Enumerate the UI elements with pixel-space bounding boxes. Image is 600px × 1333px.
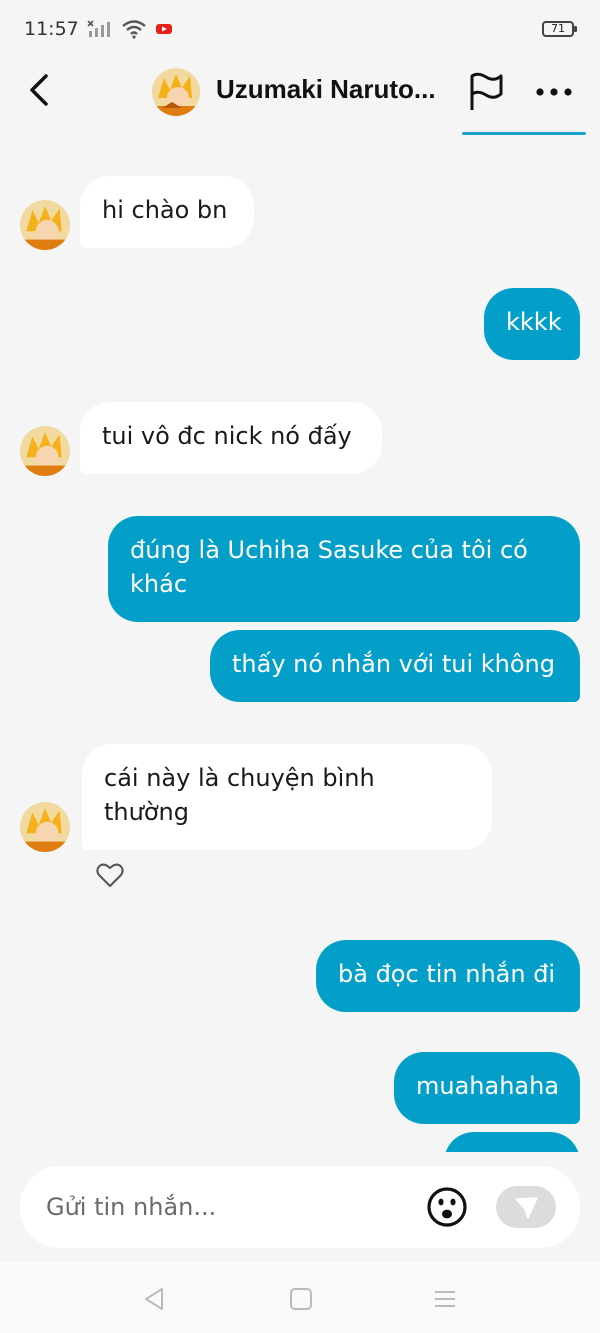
sender-avatar[interactable] (20, 200, 70, 250)
message-text: kkkk (506, 308, 562, 336)
message-incoming[interactable]: hi chào bn (80, 176, 254, 248)
message-text: muahahaha (416, 1072, 560, 1100)
emoji-icon (427, 1187, 467, 1227)
nav-back-button[interactable] (140, 1284, 170, 1314)
message-text-line: cái này là chuyện bình (104, 764, 375, 792)
message-outgoing[interactable]: thấy nó nhắn với tui không (210, 630, 580, 702)
scroll-indicator (462, 132, 586, 135)
more-horizontal-icon (536, 88, 572, 96)
youtube-icon (155, 24, 172, 34)
system-nav-bar (0, 1262, 600, 1333)
like-button[interactable] (96, 862, 124, 888)
emoji-button[interactable] (426, 1186, 468, 1228)
message-outgoing[interactable]: muahahaha (394, 1052, 580, 1124)
contact-avatar[interactable] (152, 68, 200, 116)
message-list[interactable]: hi chào bn kkkk tui vô đc nick nó đấy đú… (0, 140, 600, 1152)
heart-icon (96, 863, 124, 887)
message-outgoing[interactable]: đúng là Uchiha Sasuke của tôi có khác (108, 516, 580, 622)
report-button[interactable] (466, 72, 506, 112)
message-text: hi chào bn (102, 196, 228, 224)
contact-name[interactable]: Uzumaki Naruto... (216, 74, 452, 105)
message-text-line: thường (104, 798, 189, 826)
back-button[interactable] (22, 70, 62, 110)
message-outgoing[interactable]: kkkk (484, 288, 580, 360)
message-text: bà đọc tin nhắn đi (338, 960, 556, 988)
chat-header: Uzumaki Naruto... (0, 58, 600, 130)
square-home-icon (290, 1288, 312, 1310)
send-button[interactable] (496, 1186, 556, 1228)
menu-icon (435, 1291, 455, 1307)
message-input[interactable] (46, 1166, 416, 1248)
status-time: 11:57 (24, 18, 79, 40)
message-text-line: đúng là Uchiha Sasuke của tôi có (130, 536, 528, 564)
nav-home-button[interactable] (286, 1284, 316, 1314)
send-icon (515, 1197, 538, 1219)
message-text-line: khác (130, 570, 188, 598)
status-bar: 11:57 71 (0, 0, 600, 58)
message-outgoing-partial[interactable] (444, 1132, 580, 1152)
status-icons (87, 19, 173, 39)
message-text: thấy nó nhắn với tui không (232, 650, 555, 678)
triangle-back-icon (145, 1288, 163, 1310)
message-text: tui vô đc nick nó đấy (102, 422, 352, 450)
message-outgoing[interactable]: bà đọc tin nhắn đi (316, 940, 580, 1012)
signal-icon (87, 20, 110, 37)
message-incoming[interactable]: tui vô đc nick nó đấy (80, 402, 382, 474)
sender-avatar[interactable] (20, 426, 70, 476)
chevron-left-icon (30, 74, 48, 106)
battery-indicator: 71 (542, 21, 577, 37)
wifi-icon (122, 20, 146, 39)
message-composer (20, 1166, 580, 1248)
flag-icon (470, 72, 503, 110)
message-incoming[interactable]: cái này là chuyện bình thường (82, 744, 492, 850)
more-button[interactable] (532, 72, 576, 112)
nav-menu-button[interactable] (430, 1284, 460, 1314)
sender-avatar[interactable] (20, 802, 70, 852)
